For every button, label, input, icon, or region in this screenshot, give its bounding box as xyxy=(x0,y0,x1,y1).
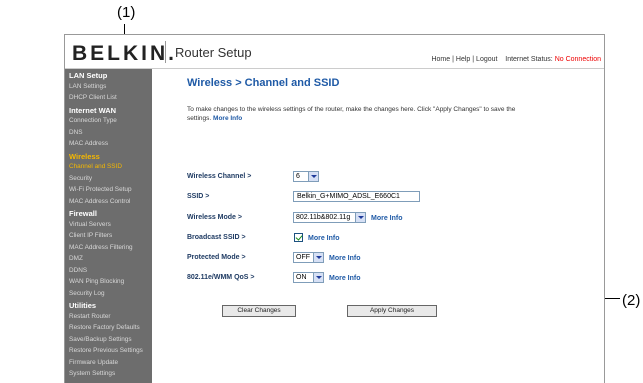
apply-changes-button[interactable]: Apply Changes xyxy=(347,305,437,317)
sidebar-item-wan-ping-blocking[interactable]: WAN Ping Blocking xyxy=(69,278,124,285)
broadcast-ssid-more-info-link[interactable]: More Info xyxy=(308,235,340,242)
wireless-channel-label: Wireless Channel > xyxy=(187,173,252,180)
sidebar-heading-firewall: Firewall xyxy=(69,209,97,218)
protected-mode-select[interactable]: OFF xyxy=(293,252,324,263)
logout-link[interactable]: Logout xyxy=(476,56,497,63)
callout-1: (1) xyxy=(117,4,136,21)
broadcast-ssid-label: Broadcast SSID > xyxy=(187,234,246,241)
sidebar-item-client-ip-filters[interactable]: Client IP Filters xyxy=(69,232,112,239)
intro-more-info-link[interactable]: More Info xyxy=(213,115,242,122)
ssid-label: SSID > xyxy=(187,193,210,200)
chevron-down-icon xyxy=(355,213,365,222)
sidebar-item-save-backup-settings[interactable]: Save/Backup Settings xyxy=(69,336,132,343)
sidebar-item-dns[interactable]: DNS xyxy=(69,129,83,136)
sidebar-item-restart-router[interactable]: Restart Router xyxy=(69,313,111,320)
belkin-logo: BELKIN. xyxy=(72,42,177,65)
sidebar-item-wi-fi-protected-setup[interactable]: Wi-Fi Protected Setup xyxy=(69,186,132,193)
internet-status-value: No Connection xyxy=(554,56,601,63)
intro-text: To make changes to the wireless settings… xyxy=(187,105,517,123)
qos-label: 802.11e/WMM QoS > xyxy=(187,274,255,281)
router-setup-title: Router Setup xyxy=(175,45,252,60)
sidebar-item-mac-address-control[interactable]: MAC Address Control xyxy=(69,198,130,205)
sidebar-item-connection-type[interactable]: Connection Type xyxy=(69,117,117,124)
wireless-mode-select[interactable]: 802.11b&802.11g xyxy=(293,212,366,223)
header-links: Home | Help | Logout Internet Status: No… xyxy=(431,56,601,63)
sidebar-item-mac-address-filtering[interactable]: MAC Address Filtering xyxy=(69,244,133,251)
sidebar-item-security-log[interactable]: Security Log xyxy=(69,290,105,297)
sidebar-item-dhcp-client-list[interactable]: DHCP Client List xyxy=(69,94,117,101)
ssid-input[interactable]: Belkin_G+MIMO_ADSL_E660C1 xyxy=(293,191,420,202)
ssid-value: Belkin_G+MIMO_ADSL_E660C1 xyxy=(297,193,400,200)
help-link[interactable]: Help xyxy=(456,56,470,63)
sidebar-item-dmz[interactable]: DMZ xyxy=(69,255,83,262)
wireless-mode-label: Wireless Mode > xyxy=(187,214,242,221)
clear-changes-button[interactable]: Clear Changes xyxy=(222,305,296,317)
sidebar-item-system-settings[interactable]: System Settings xyxy=(69,370,115,377)
qos-select[interactable]: ON xyxy=(293,272,324,283)
link-separator: | xyxy=(472,56,475,63)
chevron-down-icon xyxy=(308,172,318,181)
sidebar-item-lan-settings[interactable]: LAN Settings xyxy=(69,83,106,90)
protected-mode-value: OFF xyxy=(296,254,310,261)
chevron-down-icon xyxy=(313,273,323,282)
sidebar-item-restore-factory-defaults[interactable]: Restore Factory Defaults xyxy=(69,324,140,331)
sidebar-item-mac-address[interactable]: MAC Address xyxy=(69,140,108,147)
sidebar-heading-utilities: Utilities xyxy=(69,301,97,310)
router-setup-window: BELKIN. Router Setup Home | Help | Logou… xyxy=(64,34,605,383)
wireless-mode-value: 802.11b&802.11g xyxy=(296,214,351,221)
wireless-mode-more-info-link[interactable]: More Info xyxy=(371,215,403,222)
sidebar-item-virtual-servers[interactable]: Virtual Servers xyxy=(69,221,111,228)
page-title: Wireless > Channel and SSID xyxy=(187,77,340,89)
sidebar-item-ddns[interactable]: DDNS xyxy=(69,267,87,274)
sidebar-item-restore-previous-settings[interactable]: Restore Previous Settings xyxy=(69,347,143,354)
qos-value: ON xyxy=(296,274,307,281)
sidebar-item-wireless[interactable]: Wireless xyxy=(69,152,100,161)
sidebar-item-channel-and-ssid[interactable]: Channel and SSID xyxy=(69,163,122,170)
chevron-down-icon xyxy=(313,253,323,262)
home-link[interactable]: Home xyxy=(431,56,450,63)
main-content: Wireless > Channel and SSID To make chan… xyxy=(152,69,604,383)
sidebar: LAN Setup LAN Settings DHCP Client List Int… xyxy=(65,69,152,383)
protected-mode-more-info-link[interactable]: More Info xyxy=(329,255,361,262)
logo-divider xyxy=(165,41,166,63)
header: BELKIN. Router Setup Home | Help | Logou… xyxy=(65,35,604,69)
sidebar-item-firmware-update[interactable]: Firmware Update xyxy=(69,359,118,366)
sidebar-heading-internet-wan: Internet WAN xyxy=(69,105,117,115)
wireless-channel-select[interactable]: 6 xyxy=(293,171,319,182)
protected-mode-label: Protected Mode > xyxy=(187,254,246,261)
sidebar-heading-lan-setup: LAN Setup xyxy=(69,71,108,80)
broadcast-ssid-checkbox[interactable] xyxy=(294,233,303,242)
qos-more-info-link[interactable]: More Info xyxy=(329,275,361,282)
wireless-channel-value: 6 xyxy=(296,173,300,180)
link-separator: | xyxy=(452,56,454,63)
sidebar-item-security[interactable]: Security xyxy=(69,175,92,182)
callout-2: (2) xyxy=(622,292,641,309)
internet-status-label: Internet Status: xyxy=(505,56,553,63)
